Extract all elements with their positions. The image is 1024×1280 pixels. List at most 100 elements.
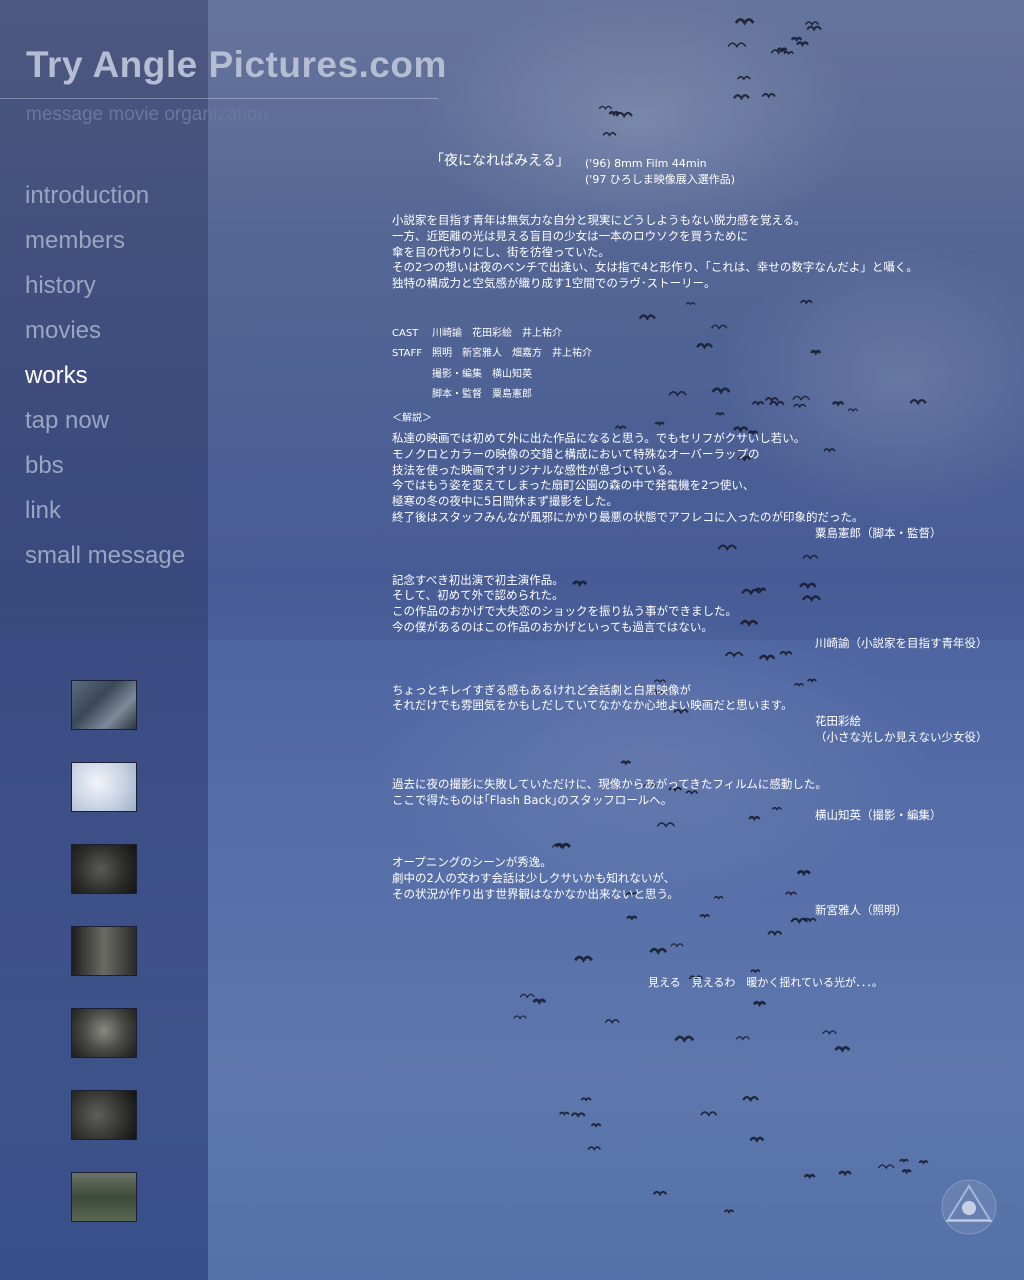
bird-silhouette bbox=[899, 1158, 909, 1164]
bird-silhouette bbox=[580, 1097, 592, 1102]
closing-quote: 見える 見えるわ 暖かく揺れている光が．．．。 bbox=[648, 976, 883, 989]
triangle-logo-icon[interactable] bbox=[940, 1178, 998, 1236]
bird-silhouette bbox=[590, 1123, 602, 1128]
film-credits: CAST 川崎諭 花田彩絵 井上祐介 STAFF 照明 新宮雅人 畑嘉方 井上祐介 … bbox=[392, 324, 1012, 406]
bird-silhouette bbox=[723, 1209, 735, 1214]
comment-line: 私達の映画では初めて外に出た作品になると思う。でもセリフがクサいし若い。 bbox=[392, 430, 806, 445]
bird-silhouette bbox=[570, 1112, 586, 1118]
synopsis-line: 傘を目の代わりにし、街を彷徨っていた。 bbox=[392, 244, 610, 259]
nav-tap-now[interactable]: tap now bbox=[25, 403, 185, 448]
bird-silhouette bbox=[700, 1111, 718, 1117]
bird-silhouette bbox=[822, 1030, 837, 1035]
comment-line: この作品のおかげで大失恋のショックを振り払う事ができました。 bbox=[392, 604, 737, 619]
comment-signature: 横山知英（撮影・編集） bbox=[815, 808, 942, 823]
comment-signature: 川崎諭（小説家を目指す青年役） bbox=[815, 635, 988, 650]
bird-silhouette bbox=[513, 1015, 527, 1020]
comment-signature: 粟島憲郎（脚本・監督） bbox=[815, 525, 942, 540]
nav-bbs[interactable]: bbs bbox=[25, 448, 185, 493]
comment-line: 劇中の2人の交わす会話は少しクサいかも知れないが、 bbox=[392, 870, 676, 885]
bird-silhouette bbox=[652, 1190, 668, 1197]
comment-line: 今ではもう姿を変えてしまった扇町公園の森の中で発電機を2つ使い、 bbox=[392, 478, 755, 493]
synopsis-line: 一方、近距離の光は見える盲目の少女は一本のロウソクを買うために bbox=[392, 228, 749, 243]
film-still-thumbnail[interactable] bbox=[71, 926, 137, 976]
bird-silhouette bbox=[803, 1173, 816, 1180]
comment-signature: 花田彩絵 bbox=[815, 714, 861, 729]
film-still-thumbnail[interactable] bbox=[71, 762, 137, 812]
comment-line: 極寒の冬の夜中に5日間休まず撮影をした。 bbox=[392, 494, 618, 509]
comment-line: 終了後はスタッフみんなが風邪にかかり最悪の状態でアフレコに入ったのが印象的だった… bbox=[392, 509, 864, 524]
staff-lighting: 照明 新宮雅人 畑嘉方 井上祐介 bbox=[432, 348, 592, 360]
comment-line: 記念すべき初出演で初主演作品。 bbox=[392, 572, 564, 587]
bird-silhouette bbox=[767, 930, 783, 937]
film-title: 「夜になればみえる」 bbox=[430, 153, 570, 169]
cast-label: CAST bbox=[392, 327, 419, 339]
comment-line: 今の僕があるのはこの作品のおかげといっても過言ではない。 bbox=[392, 619, 713, 634]
header-divider bbox=[0, 98, 438, 99]
bird-silhouette bbox=[674, 1035, 695, 1043]
comment-line: それだけでも雰囲気をかもしだしていてなかなか心地よい映画だと思います。 bbox=[392, 698, 793, 713]
comment-line: その状況が作り出す世界観はなかなか出来ないと思う。 bbox=[392, 886, 679, 901]
bird-silhouette bbox=[558, 1111, 570, 1116]
film-still-thumbnail[interactable] bbox=[71, 1008, 137, 1058]
staff-camera: 撮影・編集 横山知英 bbox=[432, 368, 532, 380]
bird-silhouette bbox=[670, 943, 684, 948]
commentary-heading: ＜解説＞ bbox=[392, 412, 432, 424]
film-still-thumbnail[interactable] bbox=[71, 680, 137, 730]
comment-signature-role: （小さな光しか見えない少女役） bbox=[815, 729, 988, 744]
bird-silhouette bbox=[918, 1160, 929, 1165]
comment-block: 過去に夜の撮影に失敗していただけに、現像からあがってきたフィルムに感動した。 こ… bbox=[392, 777, 1012, 824]
comment-line: ちょっとキレイすぎる感もあるけれど会話劇と白黒映像が bbox=[392, 682, 691, 697]
synopsis-line: その2つの想いは夜のベンチで出逢い、女は指で4と形作り、「これは、幸せの数字なん… bbox=[392, 260, 918, 275]
staff-director: 脚本・監督 粟島憲郎 bbox=[432, 389, 532, 401]
bird-silhouette bbox=[750, 969, 761, 974]
film-header: 「夜になればみえる」 ('96) 8mm Film 44min ('97 ひろし… bbox=[430, 150, 1012, 186]
bird-silhouette bbox=[532, 998, 547, 1005]
comment-line: そして、初めて外で認められた。 bbox=[392, 588, 564, 603]
nav-members[interactable]: members bbox=[25, 223, 185, 268]
main-nav: introduction members history movies work… bbox=[25, 178, 185, 583]
bird-silhouette bbox=[749, 1136, 765, 1143]
synopsis-line: 小説家を目指す青年は無気力な自分と現実にどうしようもない脱力感を覚える。 bbox=[392, 213, 806, 227]
comment-block: 私達の映画では初めて外に出た作品になると思う。でもセリフがクサいし若い。 モノク… bbox=[392, 431, 1012, 542]
bird-silhouette bbox=[574, 955, 593, 963]
bird-silhouette bbox=[519, 993, 535, 999]
nav-link[interactable]: link bbox=[25, 493, 185, 538]
comment-block: オープニングのシーンが秀逸。 劇中の2人の交わす会話は少しクサいかも知れないが、… bbox=[392, 855, 1012, 918]
film-still-thumbnail[interactable] bbox=[71, 844, 137, 894]
bird-silhouette bbox=[604, 1019, 620, 1025]
bird-silhouette bbox=[901, 1169, 912, 1175]
site-tagline: message movie organization bbox=[26, 104, 268, 125]
bird-silhouette bbox=[838, 1170, 852, 1177]
cast-names: 川崎諭 花田彩絵 井上祐介 bbox=[432, 327, 562, 339]
nav-introduction[interactable]: introduction bbox=[25, 178, 185, 223]
film-still-thumbnail[interactable] bbox=[71, 1172, 137, 1222]
film-meta: ('96) 8mm Film 44min ('97 ひろしま映像展入選作品) bbox=[585, 156, 735, 188]
comment-line: モノクロとカラーの映像の交錯と構成において特殊なオーバーラップの bbox=[392, 446, 760, 461]
comment-line: オープニングのシーンが秀逸。 bbox=[392, 855, 552, 870]
nav-history[interactable]: history bbox=[25, 268, 185, 313]
site-logo[interactable]: Try Angle Pictures.com bbox=[26, 44, 447, 86]
comment-block: 記念すべき初出演で初主演作品。 そして、初めて外で認められた。 この作品のおかげ… bbox=[392, 573, 1012, 652]
nav-small-message[interactable]: small message bbox=[25, 538, 185, 583]
bird-silhouette bbox=[834, 1046, 851, 1053]
bird-silhouette bbox=[735, 1036, 750, 1041]
film-stills bbox=[71, 680, 137, 1254]
bird-silhouette bbox=[587, 1146, 602, 1152]
film-still-thumbnail[interactable] bbox=[71, 1090, 137, 1140]
bird-silhouette bbox=[877, 1164, 895, 1170]
synopsis-line: 独特の構成力と空気感が織り成す1空間でのラヴ･ストーリー。 bbox=[392, 276, 716, 291]
staff-label: STAFF bbox=[392, 348, 423, 360]
bird-silhouette bbox=[742, 1095, 759, 1103]
bird-silhouette bbox=[752, 1000, 767, 1008]
nav-works[interactable]: works bbox=[25, 358, 185, 403]
film-synopsis: 小説家を目指す青年は無気力な自分と現実にどうしようもない脱力感を覚える。 一方、… bbox=[392, 213, 1012, 292]
comment-block: ちょっとキレイすぎる感もあるけれど会話劇と白黒映像が それだけでも雰囲気をかもし… bbox=[392, 683, 1012, 746]
bird-silhouette bbox=[649, 947, 668, 955]
comment-signature: 新宮雅人（照明） bbox=[815, 902, 907, 917]
nav-movies[interactable]: movies bbox=[25, 313, 185, 358]
comment-line: 技法を使った映画でオリジナルな感性が息づいている。 bbox=[392, 462, 680, 477]
film-award: ('97 ひろしま映像展入選作品) bbox=[585, 173, 736, 186]
comment-line: ここで得たものは｢Flash Back｣のスタッフロールへ。 bbox=[392, 792, 673, 807]
comment-line: 過去に夜の撮影に失敗していただけに、現像からあがってきたフィルムに感動した。 bbox=[392, 776, 827, 791]
work-detail: 「夜になればみえる」 ('96) 8mm Film 44min ('97 ひろし… bbox=[392, 150, 1012, 918]
